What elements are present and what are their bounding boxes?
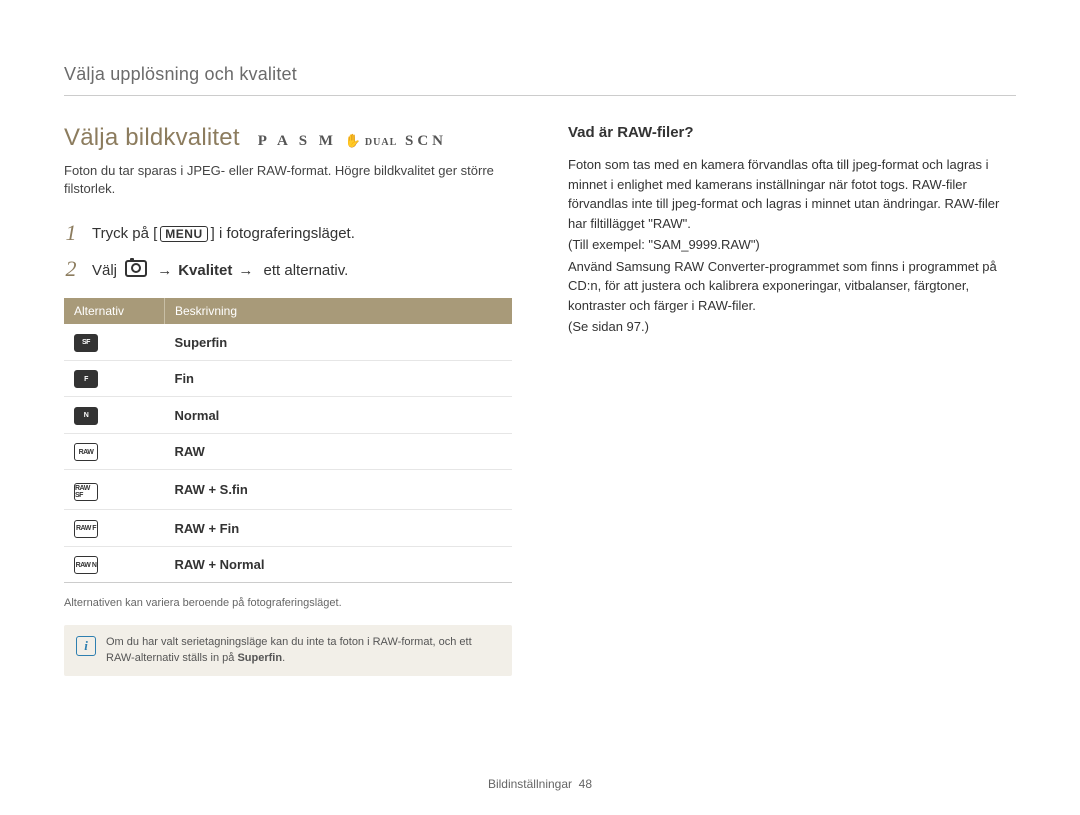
table-row: N Normal	[64, 397, 512, 434]
left-column: Välja bildkvalitet P A S M ✋DUAL SCN Fot…	[64, 124, 512, 775]
info-icon: i	[76, 636, 96, 656]
note-text: Om du har valt serietagningsläge kan du …	[106, 636, 472, 663]
step-2: 2 Välj → Kvalitet → ett alternativ.	[64, 256, 512, 282]
step-text-part: Välj	[92, 262, 121, 279]
note-bold: Superfin	[237, 652, 282, 664]
quality-options-table: Alternativ Beskrivning SF Superfin F Fin N No…	[64, 298, 512, 583]
quality-option-desc: Fin	[165, 360, 513, 397]
arrow-icon: →	[157, 262, 172, 279]
table-header-alternativ: Alternativ	[64, 298, 165, 324]
step-text-part: Tryck på [	[92, 225, 157, 242]
right-column: Vad är RAW-filer? Foton som tas med en k…	[568, 124, 1016, 775]
page-header: Välja upplösning och kvalitet	[64, 64, 1016, 96]
mode-letters: P A S M	[258, 133, 337, 149]
footer-section: Bildinställningar	[488, 777, 572, 791]
mode-indicators: P A S M ✋DUAL SCN	[258, 133, 447, 150]
table-row: SF Superfin	[64, 324, 512, 360]
table-row: RAW RAW	[64, 433, 512, 470]
quality-option-desc: RAW	[165, 433, 513, 470]
mode-scn: SCN	[405, 133, 447, 149]
raw-paragraph: Använd Samsung RAW Converter-programmet …	[568, 257, 1016, 316]
raw-paragraph: (Se sidan 97.)	[568, 317, 1016, 337]
quality-option-icon: N	[74, 407, 98, 425]
table-row: RAW N RAW + Normal	[64, 546, 512, 583]
quality-option-icon: RAW SF	[74, 483, 98, 501]
step-number: 1	[64, 220, 78, 246]
quality-option-desc: Superfin	[165, 324, 513, 360]
lead-paragraph: Foton du tar sparas i JPEG- eller RAW-fo…	[64, 162, 512, 198]
step-text-part: ] i fotograferingsläget.	[211, 225, 355, 242]
page-footer: Bildinställningar 48	[0, 777, 1080, 791]
raw-paragraph: (Till exempel: "SAM_9999.RAW")	[568, 235, 1016, 255]
arrow-icon: →	[238, 262, 253, 279]
table-row: F Fin	[64, 360, 512, 397]
info-note: i Om du har valt serietagningsläge kan d…	[64, 625, 512, 676]
step-1: 1 Tryck på [MENU] i fotograferingsläget.	[64, 220, 512, 246]
raw-heading: Vad är RAW-filer?	[568, 124, 1016, 141]
footer-page-number: 48	[579, 777, 592, 791]
quality-option-icon: F	[74, 370, 98, 388]
table-header-beskrivning: Beskrivning	[165, 298, 513, 324]
quality-option-desc: RAW + S.fin	[165, 470, 513, 510]
menu-button-icon: MENU	[160, 226, 207, 242]
quality-option-desc: RAW + Normal	[165, 546, 513, 583]
step-number: 2	[64, 256, 78, 282]
table-footnote: Alternativen kan variera beroende på fot…	[64, 597, 512, 609]
mode-dual: DUAL	[365, 137, 397, 148]
table-row: RAW F RAW + Fin	[64, 510, 512, 547]
raw-body: Foton som tas med en kamera förvandlas o…	[568, 155, 1016, 337]
kvalitet-label: Kvalitet	[178, 262, 232, 279]
quality-option-icon: RAW N	[74, 556, 98, 574]
note-text: .	[282, 652, 285, 664]
quality-option-icon: RAW F	[74, 520, 98, 538]
quality-option-desc: Normal	[165, 397, 513, 434]
quality-option-icon: SF	[74, 334, 98, 352]
raw-paragraph: Foton som tas med en kamera förvandlas o…	[568, 155, 1016, 233]
camera-icon	[125, 260, 147, 277]
mode-hand-icon: ✋	[345, 133, 365, 148]
section-title: Välja bildkvalitet	[64, 124, 240, 152]
quality-option-desc: RAW + Fin	[165, 510, 513, 547]
table-row: RAW SF RAW + S.fin	[64, 470, 512, 510]
step-text-part: ett alternativ.	[259, 262, 348, 279]
quality-option-icon: RAW	[74, 443, 98, 461]
